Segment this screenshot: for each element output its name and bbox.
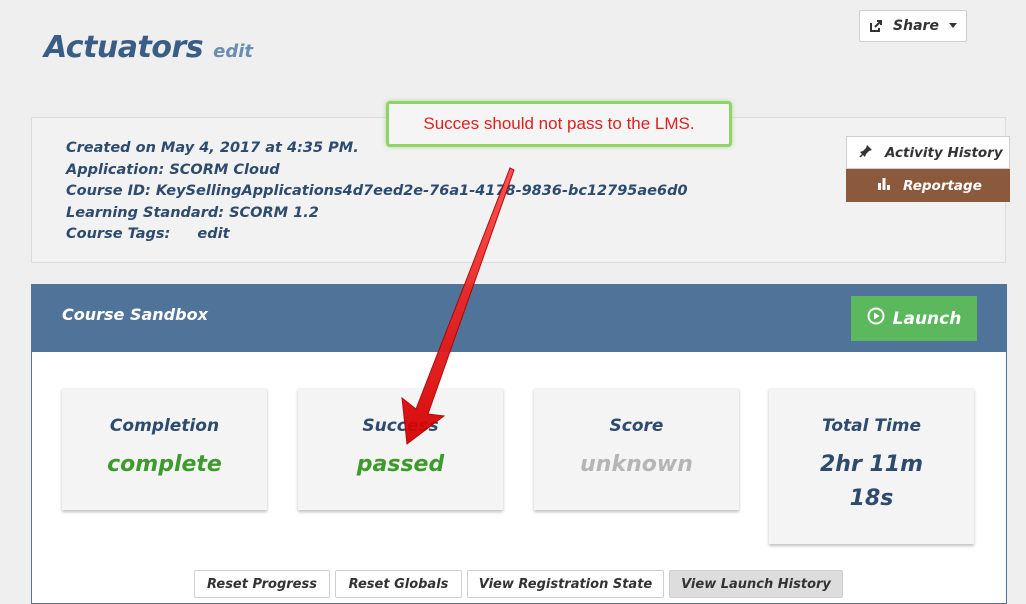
page-title: Actuators [44, 30, 204, 65]
caret-down-icon [948, 23, 957, 29]
play-circle-icon [867, 307, 885, 330]
total-time-line1: 2hr 11m [819, 452, 924, 477]
launch-label: Launch [892, 308, 962, 329]
title-edit-link[interactable]: edit [213, 41, 253, 62]
completion-card: Completion complete [62, 388, 267, 510]
success-value: passed [356, 452, 445, 477]
bar-chart-icon [877, 177, 891, 194]
reset-globals-button[interactable]: Reset Globals [335, 570, 462, 598]
view-registration-state-button[interactable]: View Registration State [467, 570, 664, 598]
annotation-text: Succes should not pass to the LMS. [423, 114, 695, 133]
activity-history-label: Activity History [885, 144, 1003, 161]
sandbox-header: Course Sandbox Launch [32, 285, 1006, 352]
course-tags: Course Tags: edit [66, 224, 688, 246]
annotation-callout: Succes should not pass to the LMS. [386, 101, 732, 147]
completion-value: complete [107, 452, 222, 477]
reportage-button[interactable]: Reportage [846, 169, 1010, 202]
reset-progress-button[interactable]: Reset Progress [194, 570, 330, 598]
success-label: Success [362, 416, 439, 436]
score-label: Score [609, 416, 664, 436]
activity-history-button[interactable]: Activity History [846, 136, 1010, 169]
view-launch-history-button[interactable]: View Launch History [669, 570, 843, 598]
share-button[interactable]: Share [859, 10, 967, 42]
score-card: Score unknown [534, 388, 739, 510]
launch-button[interactable]: Launch [851, 296, 977, 341]
total-time-value: 2hr 11m 18s [769, 448, 974, 516]
share-label: Share [893, 18, 939, 34]
success-card: Success passed [298, 388, 503, 510]
course-tags-label: Course Tags: [66, 226, 171, 243]
application-name: Application: SCORM Cloud [66, 161, 280, 178]
share-icon [869, 19, 883, 33]
course-info-lines: Created on May 4, 2017 at 4:35 PM. Appli… [66, 138, 688, 246]
side-menu: Activity History Reportage [846, 136, 1010, 202]
total-time-card: Total Time 2hr 11m 18s [769, 388, 974, 544]
total-time-label: Total Time [821, 416, 922, 436]
total-time-line2: 18s [849, 486, 894, 511]
completion-label: Completion [109, 416, 220, 436]
course-id: Course ID: KeySellingApplications4d7eed2… [66, 183, 688, 200]
course-tags-edit-link[interactable]: edit [197, 226, 229, 242]
page-header: Actuators edit [44, 30, 253, 65]
score-value: unknown [580, 452, 693, 477]
sandbox-title: Course Sandbox [62, 305, 208, 324]
reportage-label: Reportage [903, 177, 982, 194]
learning-standard: Learning Standard: SCORM 1.2 [66, 204, 319, 221]
pin-icon [859, 144, 873, 162]
